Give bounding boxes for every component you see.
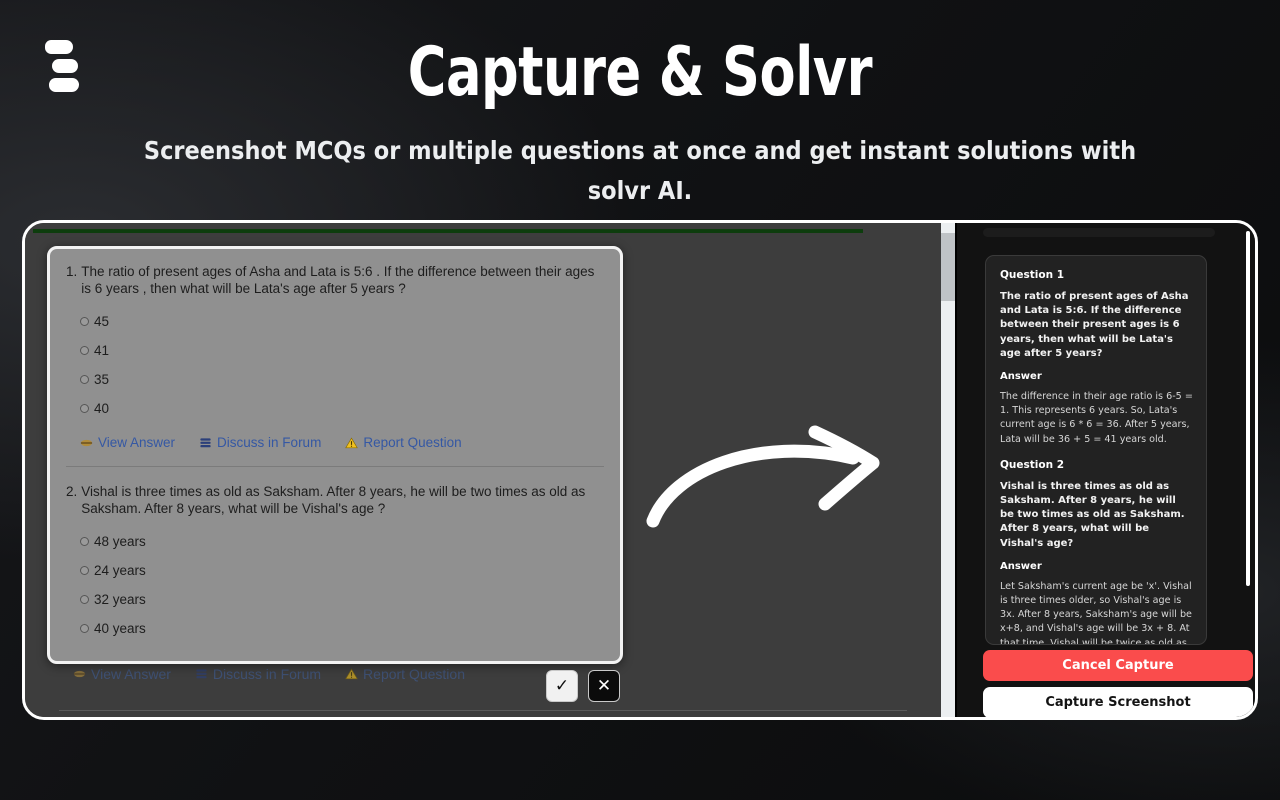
option-label: 24 years: [94, 563, 146, 578]
solution-scrollbar-thumb[interactable]: [1246, 231, 1250, 586]
page-title: Capture & Solvr: [407, 33, 873, 112]
answer-label: Answer: [1000, 560, 1042, 572]
option-row[interactable]: 32 years: [66, 585, 604, 614]
curved-arrow-icon: [646, 425, 880, 528]
solution-answer: Let Saksham's current age be 'x'. Vishal…: [1000, 580, 1192, 645]
extension-topbar: [983, 228, 1215, 237]
question-block-1: 1. The ratio of present ages of Asha and…: [66, 263, 604, 450]
question-links-row: View Answer Discuss in Forum Report Ques…: [66, 435, 604, 450]
option-label: 32 years: [94, 592, 146, 607]
option-list: 45 41 35 40: [66, 307, 604, 423]
extension-actions: Cancel Capture Capture Screenshot: [983, 650, 1253, 717]
question-text: Vishal is three times as old as Saksham.…: [81, 484, 586, 516]
link-label: Discuss in Forum: [217, 435, 322, 450]
radio-icon[interactable]: [80, 317, 89, 326]
question-title: 2. Vishal is three times as old as Saksh…: [66, 483, 604, 517]
link-discuss-forum[interactable]: Discuss in Forum: [199, 435, 321, 450]
option-row[interactable]: 41: [66, 336, 604, 365]
solution-heading: Question 1: [1000, 269, 1065, 281]
page-progress-bar: [33, 229, 863, 233]
radio-icon[interactable]: [80, 624, 89, 633]
link-report-question[interactable]: Report Question: [345, 435, 462, 450]
confirm-selection-button[interactable]: ✓: [546, 670, 578, 702]
answer-label: Answer: [1000, 371, 1042, 383]
option-label: 40: [94, 401, 110, 416]
question-text: The ratio of present ages of Asha and La…: [81, 264, 595, 296]
question-divider: [66, 466, 604, 467]
question-number: 1.: [66, 264, 78, 279]
option-row[interactable]: 48 years: [66, 527, 604, 556]
option-row[interactable]: 24 years: [66, 556, 604, 585]
option-row[interactable]: 40: [66, 394, 604, 423]
solution-question: The ratio of present ages of Asha and La…: [1000, 291, 1189, 359]
view-answer-icon: [73, 670, 86, 678]
option-label: 35: [94, 372, 110, 387]
radio-icon[interactable]: [80, 537, 89, 546]
link-view-answer[interactable]: View Answer: [80, 435, 175, 450]
dim-link-view-answer[interactable]: View Answer: [73, 666, 171, 682]
pane-divider: [955, 223, 957, 717]
page-bottom-rule: [59, 710, 907, 711]
selection-actions: ✓ ✕: [546, 670, 620, 702]
option-list: 48 years 24 years 32 years 40 years: [66, 527, 604, 643]
capture-screenshot-button[interactable]: Capture Screenshot: [983, 687, 1253, 717]
option-row[interactable]: 40 years: [66, 614, 604, 643]
link-label: Report Question: [363, 435, 462, 450]
option-label: 45: [94, 314, 110, 329]
link-label: View Answer: [98, 435, 176, 450]
radio-icon[interactable]: [80, 346, 89, 355]
solution-card[interactable]: Question 1 The ratio of present ages of …: [985, 255, 1207, 645]
option-row[interactable]: 35: [66, 365, 604, 394]
discuss-forum-icon: [200, 437, 211, 447]
solution-answer: The difference in their age ratio is 6-5…: [1000, 391, 1193, 445]
radio-icon[interactable]: [80, 375, 89, 384]
radio-icon[interactable]: [80, 566, 89, 575]
dimmed-links-row: View Answer Discuss in Forum Report Ques…: [73, 666, 465, 682]
solution-heading: Question 2: [1000, 458, 1065, 471]
radio-icon[interactable]: [80, 404, 89, 413]
solution-question: Vishal is three times as old as Saksham.…: [1000, 480, 1185, 549]
question-block-2: 2. Vishal is three times as old as Saksh…: [66, 483, 604, 643]
report-question-icon: [345, 668, 358, 680]
solvr-logo: [44, 38, 90, 94]
option-label: 41: [94, 343, 110, 358]
view-answer-icon: [80, 439, 93, 446]
promo-banner: Capture & Solvr Screenshot MCQs or multi…: [0, 0, 1280, 800]
capture-selection-region[interactable]: 1. The ratio of present ages of Asha and…: [47, 246, 623, 664]
extension-pane: Question 1 The ratio of present ages of …: [955, 223, 1255, 717]
page-subtitle: Screenshot MCQs or multiple questions at…: [143, 136, 1137, 205]
browser-pane: View Answer Discuss in Forum Report Ques…: [25, 223, 941, 717]
option-label: 40 years: [94, 621, 146, 636]
cancel-capture-button[interactable]: Cancel Capture: [983, 650, 1253, 681]
question-title: 1. The ratio of present ages of Asha and…: [66, 263, 604, 297]
dim-link-discuss[interactable]: Discuss in Forum: [195, 666, 321, 682]
question-number: 2.: [66, 484, 78, 499]
option-label: 48 years: [94, 534, 146, 549]
option-row[interactable]: 45: [66, 307, 604, 336]
discuss-forum-icon: [196, 669, 207, 679]
cancel-selection-button[interactable]: ✕: [588, 670, 620, 702]
dim-link-report[interactable]: Report Question: [345, 666, 465, 682]
dim-link-label: View Answer: [91, 666, 171, 682]
browser-scrollbar-thumb[interactable]: [941, 233, 955, 301]
dim-link-label: Discuss in Forum: [212, 666, 322, 682]
report-question-icon: [345, 437, 359, 448]
browser-scrollbar[interactable]: [941, 223, 955, 717]
radio-icon[interactable]: [80, 595, 89, 604]
device-frame: View Answer Discuss in Forum Report Ques…: [22, 220, 1258, 720]
dim-link-label: Report Question: [363, 666, 465, 682]
